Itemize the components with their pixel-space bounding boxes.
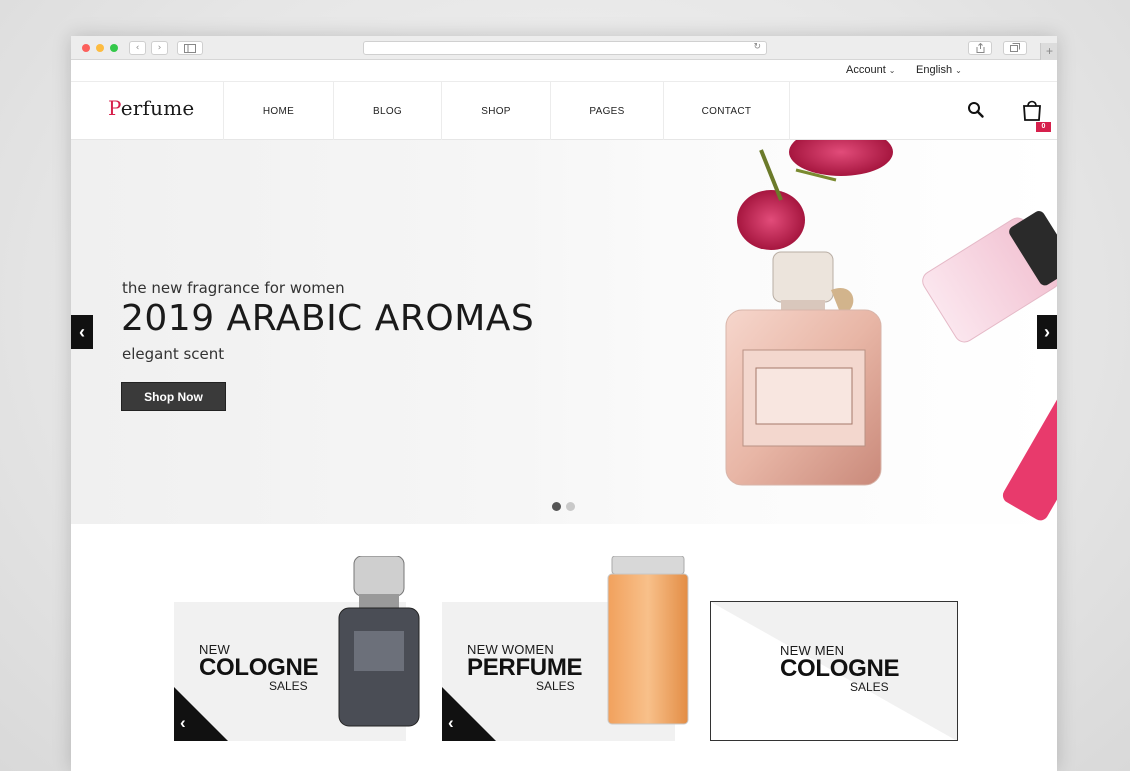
nav-pages[interactable]: PAGES xyxy=(550,82,663,140)
slide-dot-1[interactable] xyxy=(552,502,561,511)
slide-dot-2[interactable] xyxy=(566,502,575,511)
banner-heading: PERFUME xyxy=(467,654,583,681)
maximize-window-button[interactable] xyxy=(110,44,118,52)
close-window-button[interactable] xyxy=(82,44,90,52)
chevron-down-icon: ⌄ xyxy=(888,66,896,75)
shopping-bag-icon[interactable] xyxy=(1021,98,1043,122)
hero-tagline: elegant scent xyxy=(122,345,225,363)
tabs-overview-button[interactable] xyxy=(1003,41,1027,55)
banner-line3: SALES xyxy=(536,679,575,693)
address-bar[interactable]: ↻ xyxy=(363,41,767,55)
sidebar-toggle-button[interactable] xyxy=(177,41,203,55)
new-tab-button[interactable]: + xyxy=(1040,43,1057,60)
hero-subtitle: the new fragrance for women xyxy=(122,279,345,297)
nav-home[interactable]: HOME xyxy=(223,82,333,140)
forward-button[interactable]: › xyxy=(151,41,168,55)
cartier-bottle-image xyxy=(607,556,689,725)
banner-line3: SALES xyxy=(850,680,889,694)
nav-blog[interactable]: BLOG xyxy=(333,82,441,140)
gucci-bottle-image xyxy=(338,556,420,727)
language-menu[interactable]: English ⌄ xyxy=(916,64,962,76)
hero-slider: the new fragrance for women 2019 ARABIC … xyxy=(71,140,1057,524)
hero-title: 2019 ARABIC AROMAS xyxy=(121,298,535,339)
browser-window: ‹ › ↻ + Account ⌄ English ⌄ Perfume HOME B… xyxy=(71,36,1057,771)
hero-perfume-image xyxy=(725,140,1057,521)
cart-count-badge: 0 xyxy=(1036,122,1051,132)
promo-banner-men-cologne[interactable]: NEW MEN COLOGNE SALES xyxy=(710,601,958,741)
back-button[interactable]: ‹ xyxy=(129,41,146,55)
site-logo[interactable]: Perfume xyxy=(108,96,194,120)
search-icon[interactable] xyxy=(967,101,985,119)
sidebar-icon xyxy=(184,44,196,53)
slider-next-button[interactable]: › xyxy=(1037,315,1057,349)
main-navbar: Perfume HOME BLOG SHOP PAGES CONTACT 0 xyxy=(71,82,1057,140)
language-label: English xyxy=(916,64,953,76)
slider-pagination xyxy=(552,498,580,516)
account-menu[interactable]: Account ⌄ xyxy=(846,64,895,76)
chevron-left-icon[interactable]: ‹ xyxy=(448,713,454,733)
banner-line3: SALES xyxy=(269,679,308,693)
reload-icon[interactable]: ↻ xyxy=(753,42,761,52)
logo-text: erfume xyxy=(120,96,195,120)
nav-shop[interactable]: SHOP xyxy=(441,82,550,140)
chevron-down-icon: ⌄ xyxy=(955,66,962,75)
browser-toolbar: ‹ › ↻ + xyxy=(71,36,1057,60)
slider-prev-button[interactable]: ‹ xyxy=(71,315,93,349)
chevron-left-icon[interactable]: ‹ xyxy=(180,713,186,733)
shop-now-button[interactable]: Shop Now xyxy=(121,382,226,411)
promo-banner-cologne[interactable]: ‹ NEW COLOGNE SALES xyxy=(174,556,420,741)
nav-contact[interactable]: CONTACT xyxy=(663,82,789,140)
banner-heading: COLOGNE xyxy=(780,655,900,682)
share-icon xyxy=(976,42,984,53)
share-button[interactable] xyxy=(968,41,992,55)
account-label: Account xyxy=(846,64,886,76)
banner-heading: COLOGNE xyxy=(199,654,319,681)
minimize-window-button[interactable] xyxy=(96,44,104,52)
tabs-icon xyxy=(1010,43,1020,52)
promo-banner-women-perfume[interactable]: ‹ NEW WOMEN PERFUME SALES xyxy=(442,556,689,741)
nav-divider xyxy=(789,82,790,140)
promo-banners: ‹ NEW COLOGNE SALES ‹ NEW WOMEN PERFUME … xyxy=(71,524,1057,771)
top-bar: Account ⌄ English ⌄ xyxy=(71,60,1057,82)
logo-initial: P xyxy=(108,96,121,120)
